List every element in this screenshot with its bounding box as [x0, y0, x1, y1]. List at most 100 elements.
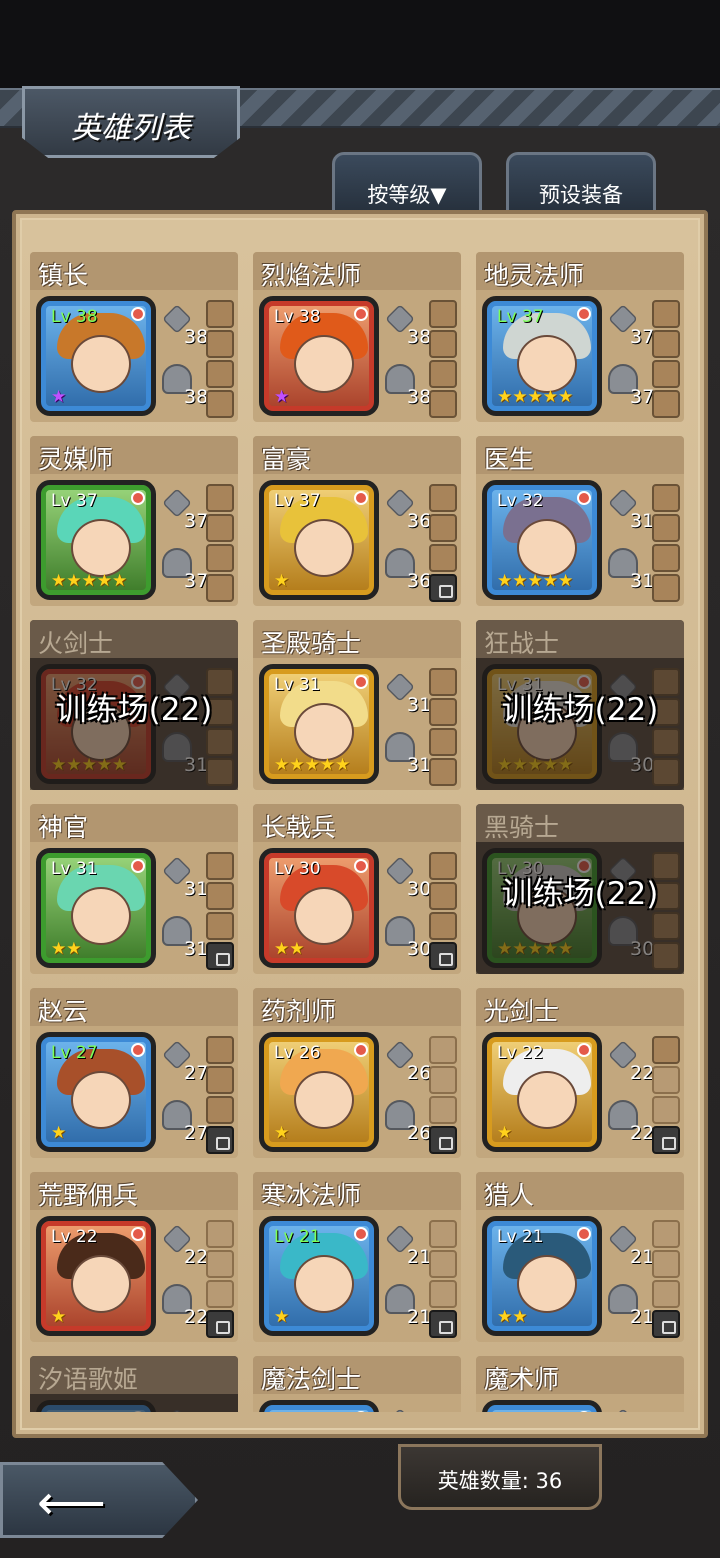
equipment-slot[interactable] — [206, 1096, 234, 1124]
equipment-slot[interactable] — [429, 544, 457, 572]
hero-portrait[interactable]: Lv 32 ★★★★★ — [482, 480, 602, 600]
hero-card[interactable]: 光剑士 Lv 22 ★ 22 22 — [476, 988, 684, 1158]
hero-card[interactable]: 药剂师 Lv 26 ★ 26 26 — [253, 988, 461, 1158]
equipment-slot[interactable] — [206, 390, 234, 418]
equipment-slot[interactable] — [206, 882, 234, 910]
equipment-slot[interactable] — [429, 728, 457, 756]
equipment-slot[interactable] — [429, 852, 457, 880]
hero-card[interactable]: 灵媒师 Lv 37 ★★★★★ 37 37 — [30, 436, 238, 606]
hero-portrait[interactable]: Lv 38 ★ — [36, 296, 156, 416]
hero-card[interactable]: 狂战士Lv 31★★★★★30训练场(22) — [476, 620, 684, 790]
equipment-slot[interactable] — [206, 574, 234, 602]
empty-equipment-slot[interactable] — [652, 1250, 680, 1278]
equipment-slot[interactable] — [206, 484, 234, 512]
lock-icon[interactable] — [652, 1310, 680, 1338]
lock-icon[interactable] — [429, 1310, 457, 1338]
hero-card[interactable]: 镇长 Lv 38 ★ 38 38 — [30, 252, 238, 422]
equipment-slot[interactable] — [652, 360, 680, 388]
hero-card[interactable]: 寒冰法师 Lv 21 ★ 21 21 — [253, 1172, 461, 1342]
hero-portrait[interactable]: Lv 37 ★ — [259, 480, 379, 600]
equipment-slot[interactable] — [206, 1036, 234, 1064]
equipment-slot[interactable] — [429, 330, 457, 358]
equipment-slot[interactable] — [206, 1066, 234, 1094]
hero-card[interactable]: 烈焰法师 Lv 38 ★ 38 38 — [253, 252, 461, 422]
empty-equipment-slot[interactable] — [652, 1280, 680, 1308]
hero-card[interactable]: 火剑士Lv 32★★★★★31训练场(22) — [30, 620, 238, 790]
sort-by-level-tab[interactable]: 按等级▼ — [332, 152, 482, 216]
equipment-slot[interactable] — [206, 330, 234, 358]
empty-equipment-slot[interactable] — [652, 1220, 680, 1248]
equipment-slot[interactable] — [429, 912, 457, 940]
hero-portrait[interactable]: Lv 22 ★ — [482, 1032, 602, 1152]
equipment-slot[interactable] — [429, 668, 457, 696]
hero-card[interactable]: 魔法剑士 — [253, 1356, 461, 1412]
equipment-slot[interactable] — [652, 300, 680, 328]
equipment-slot[interactable] — [429, 300, 457, 328]
equipment-slot[interactable] — [206, 360, 234, 388]
hero-card[interactable]: 汐语歌姬 — [30, 1356, 238, 1412]
equipment-slot[interactable] — [652, 390, 680, 418]
empty-equipment-slot[interactable] — [652, 1096, 680, 1124]
hero-portrait[interactable]: Lv 37 ★★★★★ — [482, 296, 602, 416]
hero-card[interactable]: 圣殿骑士 Lv 31 ★★★★★ 31 31 — [253, 620, 461, 790]
lock-icon[interactable] — [652, 1126, 680, 1154]
empty-equipment-slot[interactable] — [206, 1220, 234, 1248]
lock-icon[interactable] — [429, 1126, 457, 1154]
empty-equipment-slot[interactable] — [429, 1096, 457, 1124]
equipment-slot[interactable] — [206, 514, 234, 542]
hero-portrait[interactable]: Lv 37 ★★★★★ — [36, 480, 156, 600]
equipment-slot[interactable] — [652, 1036, 680, 1064]
hero-portrait[interactable]: Lv 38 ★ — [259, 296, 379, 416]
empty-equipment-slot[interactable] — [429, 1036, 457, 1064]
hero-card[interactable]: 魔术师 — [476, 1356, 684, 1412]
lock-icon[interactable] — [206, 942, 234, 970]
hero-card[interactable]: 医生 Lv 32 ★★★★★ 31 31 — [476, 436, 684, 606]
hero-portrait[interactable]: Lv 27 ★ — [36, 1032, 156, 1152]
equipment-slot[interactable] — [429, 758, 457, 786]
hero-portrait[interactable] — [259, 1400, 379, 1412]
empty-equipment-slot[interactable] — [429, 1066, 457, 1094]
hero-portrait[interactable] — [482, 1400, 602, 1412]
hero-card[interactable]: 地灵法师 Lv 37 ★★★★★ 37 37 — [476, 252, 684, 422]
equipment-slot[interactable] — [652, 330, 680, 358]
preset-equipment-tab[interactable]: 预设装备 — [506, 152, 656, 216]
equipment-slot[interactable] — [429, 484, 457, 512]
equipment-slot[interactable] — [206, 300, 234, 328]
equipment-slot[interactable] — [206, 544, 234, 572]
hero-portrait[interactable]: Lv 31 ★★ — [36, 848, 156, 968]
equipment-slot[interactable] — [429, 360, 457, 388]
lock-icon[interactable] — [206, 1126, 234, 1154]
hero-card[interactable]: 神官 Lv 31 ★★ 31 31 — [30, 804, 238, 974]
equipment-slot[interactable] — [429, 882, 457, 910]
empty-equipment-slot[interactable] — [206, 1280, 234, 1308]
equipment-slot[interactable] — [652, 484, 680, 512]
hero-portrait[interactable]: Lv 31 ★★★★★ — [259, 664, 379, 784]
equipment-slot[interactable] — [652, 574, 680, 602]
hero-portrait[interactable]: Lv 21 ★ — [259, 1216, 379, 1336]
hero-portrait[interactable]: Lv 26 ★ — [259, 1032, 379, 1152]
equipment-slot[interactable] — [652, 544, 680, 572]
equipment-slot[interactable] — [429, 698, 457, 726]
hero-card[interactable]: 荒野佣兵 Lv 22 ★ 22 22 — [30, 1172, 238, 1342]
lock-icon[interactable] — [429, 574, 457, 602]
hero-portrait[interactable]: Lv 21 ★★ — [482, 1216, 602, 1336]
equipment-slot[interactable] — [206, 912, 234, 940]
hero-portrait[interactable]: Lv 22 ★ — [36, 1216, 156, 1336]
hero-card[interactable]: 黑骑士Lv 30★★★★★30训练场(22) — [476, 804, 684, 974]
hero-card[interactable]: 富豪 Lv 37 ★ 36 36 — [253, 436, 461, 606]
empty-equipment-slot[interactable] — [206, 1250, 234, 1278]
hero-grid[interactable]: 镇长 Lv 38 ★ 38 38 烈焰法师 Lv 38 ★ 38 38 地灵法师 Lv 37 ★★★★★… — [30, 252, 692, 1412]
equipment-slot[interactable] — [652, 514, 680, 542]
equipment-slot[interactable] — [429, 514, 457, 542]
empty-equipment-slot[interactable] — [429, 1280, 457, 1308]
lock-icon[interactable] — [206, 1310, 234, 1338]
hero-card[interactable]: 猎人 Lv 21 ★★ 21 21 — [476, 1172, 684, 1342]
lock-icon[interactable] — [429, 942, 457, 970]
hero-card[interactable]: 长戟兵 Lv 30 ★★ 30 30 — [253, 804, 461, 974]
empty-equipment-slot[interactable] — [429, 1220, 457, 1248]
empty-equipment-slot[interactable] — [429, 1250, 457, 1278]
equipment-slot[interactable] — [206, 852, 234, 880]
back-button[interactable]: ⟵ — [0, 1462, 198, 1538]
empty-equipment-slot[interactable] — [652, 1066, 680, 1094]
hero-portrait[interactable]: Lv 30 ★★ — [259, 848, 379, 968]
